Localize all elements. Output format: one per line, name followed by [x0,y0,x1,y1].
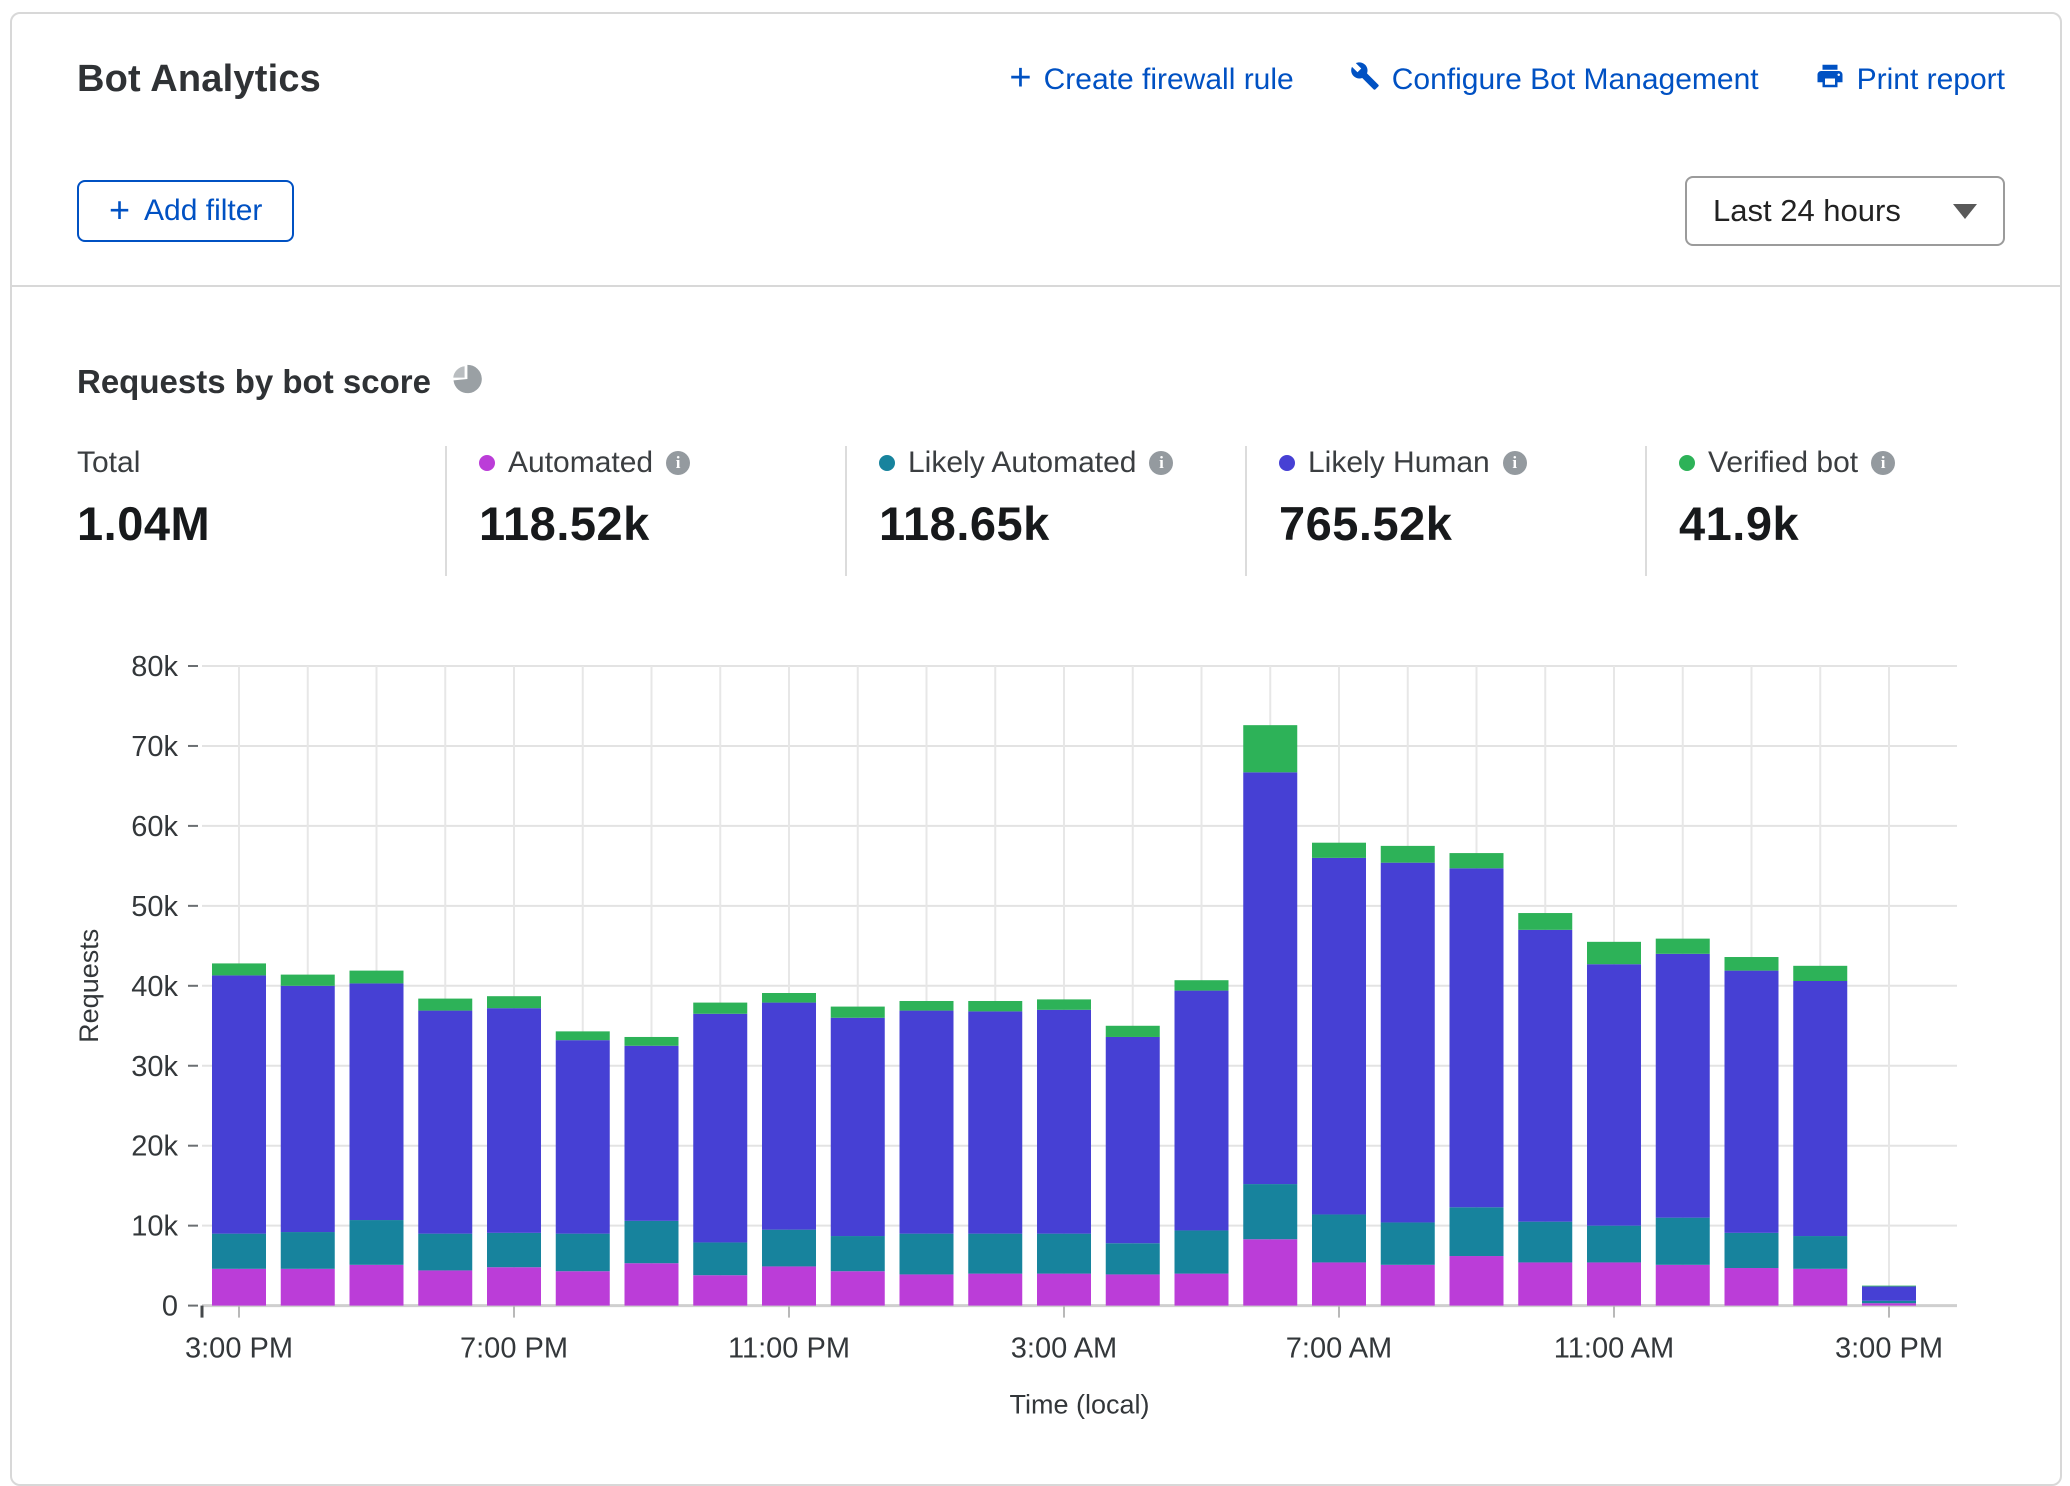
section-header: Requests by bot score [77,362,483,401]
info-icon[interactable]: i [1149,451,1173,475]
configure-bot-management-label: Configure Bot Management [1392,63,1759,97]
stat-automated-label: Automated [508,446,653,480]
print-report-link[interactable]: Print report [1815,61,2005,99]
info-icon[interactable]: i [666,451,690,475]
stat-verified-bot: Verified bot i 41.9k [1645,446,2060,576]
plus-icon: + [1009,59,1031,97]
chevron-down-icon [1953,204,1977,219]
requests-by-bot-score-chart: 0 10k 20k 30k 40k 50k 60k 70k 80k 3:00 PM 7:00 PM 1… [12,634,2060,1434]
pie-chart-icon [449,362,483,401]
stat-likely-automated-value: 118.65k [879,496,1245,551]
svg-text:60k: 60k [131,811,178,843]
automated-dot [479,455,495,471]
svg-text:3:00 AM: 3:00 AM [1011,1333,1117,1365]
printer-icon [1815,61,1845,99]
page-title: Bot Analytics [77,58,321,101]
svg-text:50k: 50k [131,891,178,923]
plus-icon: + [109,192,130,228]
svg-text:7:00 AM: 7:00 AM [1286,1333,1392,1365]
svg-text:40k: 40k [131,971,178,1003]
svg-text:7:00 PM: 7:00 PM [460,1333,568,1365]
stat-likely-automated-label: Likely Automated [908,446,1136,480]
svg-text:10k: 10k [131,1211,178,1243]
add-filter-button[interactable]: + Add filter [77,180,294,242]
print-report-label: Print report [1857,63,2005,97]
stat-likely-automated: Likely Automated i 118.65k [845,446,1245,576]
svg-text:0: 0 [162,1291,178,1323]
svg-text:3:00 PM: 3:00 PM [185,1333,293,1365]
svg-text:Requests: Requests [74,929,104,1043]
time-range-value: Last 24 hours [1713,193,1901,229]
stat-total: Total 1.04M [12,446,445,576]
stat-automated-value: 118.52k [479,496,845,551]
create-firewall-rule-label: Create firewall rule [1044,63,1294,97]
wrench-icon [1350,61,1380,99]
info-icon[interactable]: i [1871,451,1895,475]
header: Bot Analytics + Create firewall rule Con… [77,58,2005,101]
info-icon[interactable]: i [1503,451,1527,475]
svg-text:70k: 70k [131,731,178,763]
svg-text:3:00 PM: 3:00 PM [1835,1333,1943,1365]
svg-text:Time (local): Time (local) [1009,1390,1149,1420]
stat-verified-bot-label: Verified bot [1708,446,1858,480]
likely-automated-dot [879,455,895,471]
stats-row: Total 1.04M Automated i 118.52k Likely A… [12,446,2060,576]
svg-text:20k: 20k [131,1131,178,1163]
header-divider [12,285,2060,287]
stat-total-label: Total [77,446,140,480]
verified-bot-dot [1679,455,1695,471]
stacked-bar-chart[interactable]: 0 10k 20k 30k 40k 50k 60k 70k 80k 3:00 PM 7:00 PM 1… [12,634,2060,1424]
stat-total-value: 1.04M [77,496,445,551]
stat-automated: Automated i 118.52k [445,446,845,576]
stat-likely-human-value: 765.52k [1279,496,1645,551]
add-filter-label: Add filter [144,194,262,228]
bot-analytics-card: Bot Analytics + Create firewall rule Con… [10,12,2062,1486]
svg-text:80k: 80k [131,651,178,683]
time-range-select[interactable]: Last 24 hours [1685,176,2005,246]
stat-likely-human-label: Likely Human [1308,446,1490,480]
svg-text:30k: 30k [131,1051,178,1083]
stat-likely-human: Likely Human i 765.52k [1245,446,1645,576]
likely-human-dot [1279,455,1295,471]
create-firewall-rule-link[interactable]: + Create firewall rule [1009,63,1293,97]
header-actions: + Create firewall rule Configure Bot Man… [1009,61,2005,99]
section-title: Requests by bot score [77,363,431,401]
configure-bot-management-link[interactable]: Configure Bot Management [1350,61,1759,99]
stat-verified-bot-value: 41.9k [1679,496,2060,551]
svg-text:11:00 AM: 11:00 AM [1554,1333,1674,1365]
svg-text:11:00 PM: 11:00 PM [728,1333,850,1365]
